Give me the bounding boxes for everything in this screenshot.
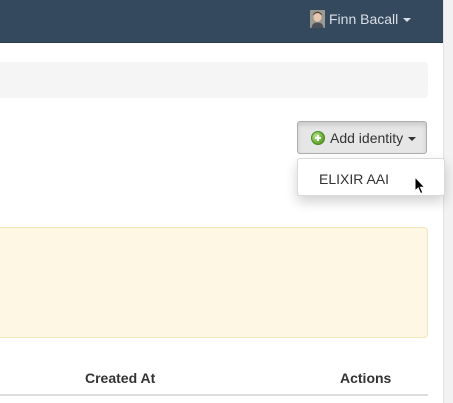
info-alert [0, 227, 428, 338]
user-name: Finn Bacall [329, 11, 399, 27]
top-navbar: Finn Bacall [0, 0, 443, 43]
caret-down-icon [403, 18, 412, 22]
breadcrumb [0, 62, 428, 98]
table-header: Created At Actions [0, 360, 428, 396]
avatar [310, 10, 325, 28]
column-header-actions: Actions [340, 370, 392, 386]
column-header-created-at: Created At [85, 370, 156, 386]
add-circle-icon [311, 130, 325, 145]
dropdown-item-elixir-aai[interactable]: ELIXIR AAI [319, 171, 389, 187]
add-identity-label: Add identity [330, 129, 404, 146]
user-menu-toggle[interactable]: Finn Bacall [310, 9, 412, 29]
add-identity-button[interactable]: Add identity [297, 121, 427, 154]
caret-down-icon [408, 136, 417, 141]
user-avatar-icon [310, 10, 325, 28]
mouse-pointer-icon [414, 176, 426, 195]
page-scrollbar[interactable] [443, 0, 453, 403]
